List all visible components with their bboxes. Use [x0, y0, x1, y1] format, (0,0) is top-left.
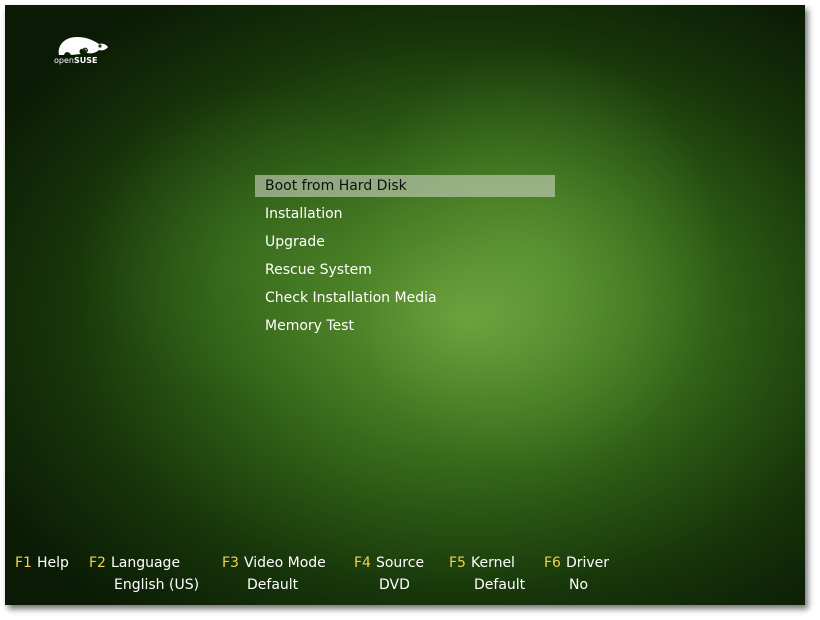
source-value: DVD [379, 577, 410, 593]
function-key-bar: F1 Help F2 Language English (US) F3 Video M… [5, 555, 805, 605]
opensuse-logo: openSUSE [53, 31, 109, 73]
f4-option-label: Source [375, 555, 425, 571]
boot-menu[interactable]: Boot from Hard Disk Installation Upgrade… [255, 175, 555, 343]
boot-screen: openSUSE Boot from Hard Disk Installatio… [5, 5, 805, 605]
kernel-value: Default [474, 577, 526, 593]
f2-language-option[interactable]: F2 Language [89, 555, 180, 571]
f6-key-label: F6 [544, 555, 561, 571]
f3-key-label: F3 [222, 555, 239, 571]
video-mode-value: Default [247, 577, 299, 593]
f2-key-label: F2 [89, 555, 106, 571]
f5-kernel-option[interactable]: F5 Kernel [449, 555, 515, 571]
f4-key-label: F4 [354, 555, 371, 571]
menu-item-rescue-system[interactable]: Rescue System [255, 259, 555, 281]
driver-value: No [569, 577, 589, 593]
f4-source-option[interactable]: F4 Source [354, 555, 424, 571]
menu-item-boot-from-hard-disk[interactable]: Boot from Hard Disk [255, 175, 555, 197]
f1-help-option[interactable]: F1 Help [15, 555, 69, 571]
opensuse-wordmark: openSUSE [54, 56, 98, 65]
f3-option-label: Video Mode [243, 555, 326, 571]
f6-driver-option[interactable]: F6 Driver [544, 555, 609, 571]
menu-item-installation[interactable]: Installation [255, 203, 555, 225]
f1-key-label: F1 [15, 555, 32, 571]
language-value: English (US) [114, 577, 200, 593]
menu-item-check-installation-media[interactable]: Check Installation Media [255, 287, 555, 309]
f6-option-label: Driver [565, 555, 610, 571]
f5-option-label: Kernel [470, 555, 515, 571]
f1-option-label: Help [36, 555, 69, 571]
f2-option-label: Language [110, 555, 181, 571]
f3-video-mode-option[interactable]: F3 Video Mode [222, 555, 326, 571]
opensuse-chameleon-icon [58, 37, 108, 55]
f5-key-label: F5 [449, 555, 466, 571]
menu-item-upgrade[interactable]: Upgrade [255, 231, 555, 253]
menu-item-memory-test[interactable]: Memory Test [255, 315, 555, 337]
